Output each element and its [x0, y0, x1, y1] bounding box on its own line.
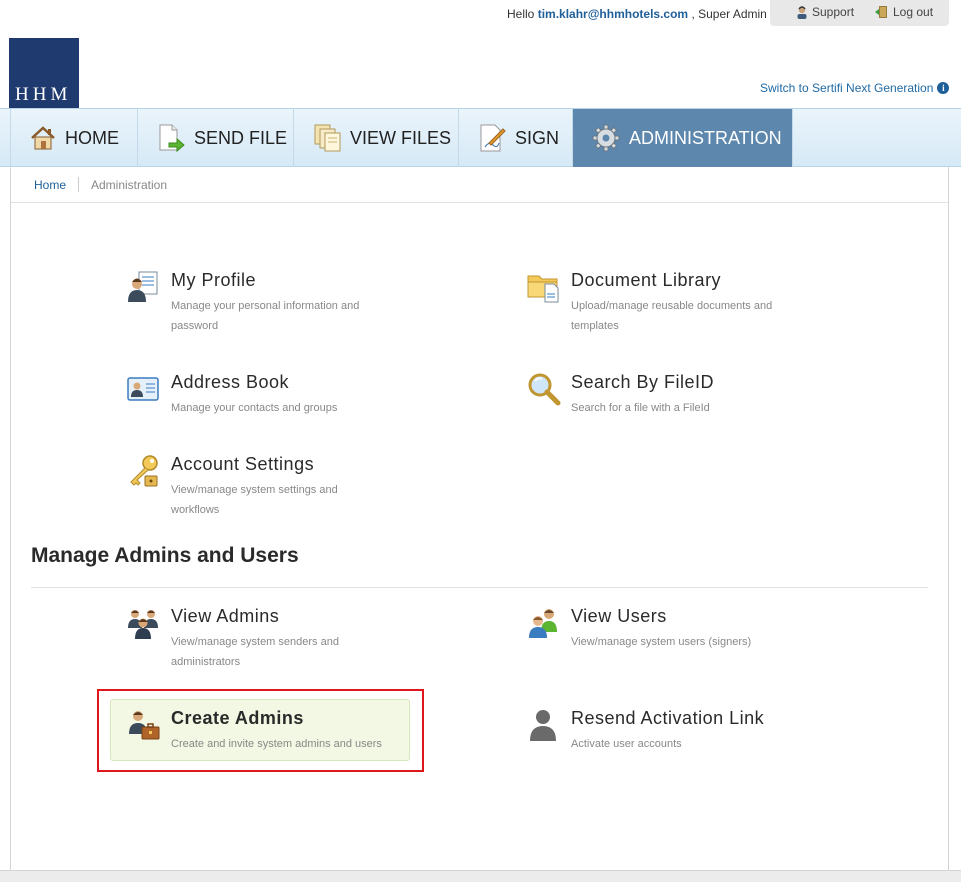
company-logo[interactable]: HHM: [9, 38, 79, 108]
breadcrumb-current: Administration: [91, 178, 168, 192]
nav-administration-label: ADMINISTRATION: [629, 127, 782, 148]
nav-view-files[interactable]: VIEW FILES: [294, 109, 459, 167]
support-agent-icon: [797, 6, 807, 19]
house-icon: [31, 126, 55, 150]
support-label: Support: [812, 5, 855, 19]
send-file-icon: [159, 124, 185, 153]
nav-send-file-label: SEND FILE: [194, 127, 288, 148]
breadcrumb-home[interactable]: Home: [34, 178, 66, 192]
sign-icon: [480, 124, 506, 152]
item-title: Resend Activation Link: [571, 708, 765, 728]
item-description: View/manage system settings and workflow…: [171, 484, 338, 516]
user-role: , Super Admin: [691, 7, 767, 21]
footer-bar: [0, 870, 961, 882]
greeting-prefix: Hello: [507, 7, 535, 21]
greeting: Hello tim.klahr@hhmhotels.com , Super Ad…: [507, 7, 767, 21]
logout-link[interactable]: Log out: [874, 5, 933, 19]
main-nav: HOME SEND FILE VIEW FILES SIGN ADMINISTR…: [0, 108, 961, 167]
logout-label: Log out: [893, 5, 934, 19]
item-description: Manage your personal information and pas…: [171, 300, 360, 332]
logo-text: HHM: [15, 84, 72, 105]
item-description: View/manage system users (signers): [571, 636, 752, 648]
item-title: My Profile: [171, 270, 257, 290]
breadcrumb: Home Administration: [11, 167, 948, 203]
nav-home-label: HOME: [65, 127, 119, 148]
folder-icon: [527, 275, 559, 303]
keys-icon: [130, 455, 158, 487]
nav-send-file[interactable]: SEND FILE: [138, 109, 294, 167]
nav-sign-label: SIGN: [515, 127, 560, 148]
item-description: Upload/manage reusable documents and tem…: [571, 300, 773, 332]
user-silhouette-icon: [530, 710, 556, 741]
user-email[interactable]: tim.klahr@hhmhotels.com: [538, 7, 688, 21]
admins-group-icon: [128, 610, 158, 639]
item-title: Document Library: [571, 270, 722, 290]
item-title: Search By FileID: [571, 372, 715, 392]
gear-icon: [592, 124, 620, 152]
item-description: Manage your contacts and groups: [171, 402, 338, 414]
support-link[interactable]: Support: [795, 5, 854, 19]
switch-generation-link[interactable]: Switch to Sertifi Next Generation i: [760, 81, 950, 95]
info-icon: i: [937, 82, 950, 94]
item-description: Search for a file with a FileId: [571, 402, 710, 414]
item-title: View Users: [571, 606, 667, 626]
section-heading: Manage Admins and Users: [31, 544, 299, 567]
section-divider: [31, 587, 928, 588]
top-bar: Hello tim.klahr@hhmhotels.com , Super Ad…: [0, 0, 961, 28]
nav-administration[interactable]: ADMINISTRATION: [573, 109, 793, 167]
profile-icon: [128, 271, 158, 302]
nav-view-files-label: VIEW FILES: [350, 127, 452, 148]
item-title: Address Book: [171, 372, 290, 392]
address-card-icon: [127, 377, 159, 401]
item-description: Activate user accounts: [571, 738, 682, 750]
files-icon: [314, 124, 341, 152]
item-title: Account Settings: [171, 454, 315, 474]
item-title: View Admins: [171, 606, 280, 626]
logout-door-icon: [875, 6, 887, 18]
magnifier-icon: [528, 373, 561, 406]
nav-home[interactable]: HOME: [10, 109, 138, 167]
user-tools: Support Log out: [770, 0, 949, 26]
nav-sign[interactable]: SIGN: [459, 109, 573, 167]
annotation-highlight-outline: [97, 689, 424, 772]
item-description: View/manage system senders and administr…: [171, 636, 339, 668]
breadcrumb-divider: [78, 177, 79, 192]
users-group-icon: [529, 609, 557, 638]
switch-label: Switch to Sertifi Next Generation: [760, 81, 934, 95]
